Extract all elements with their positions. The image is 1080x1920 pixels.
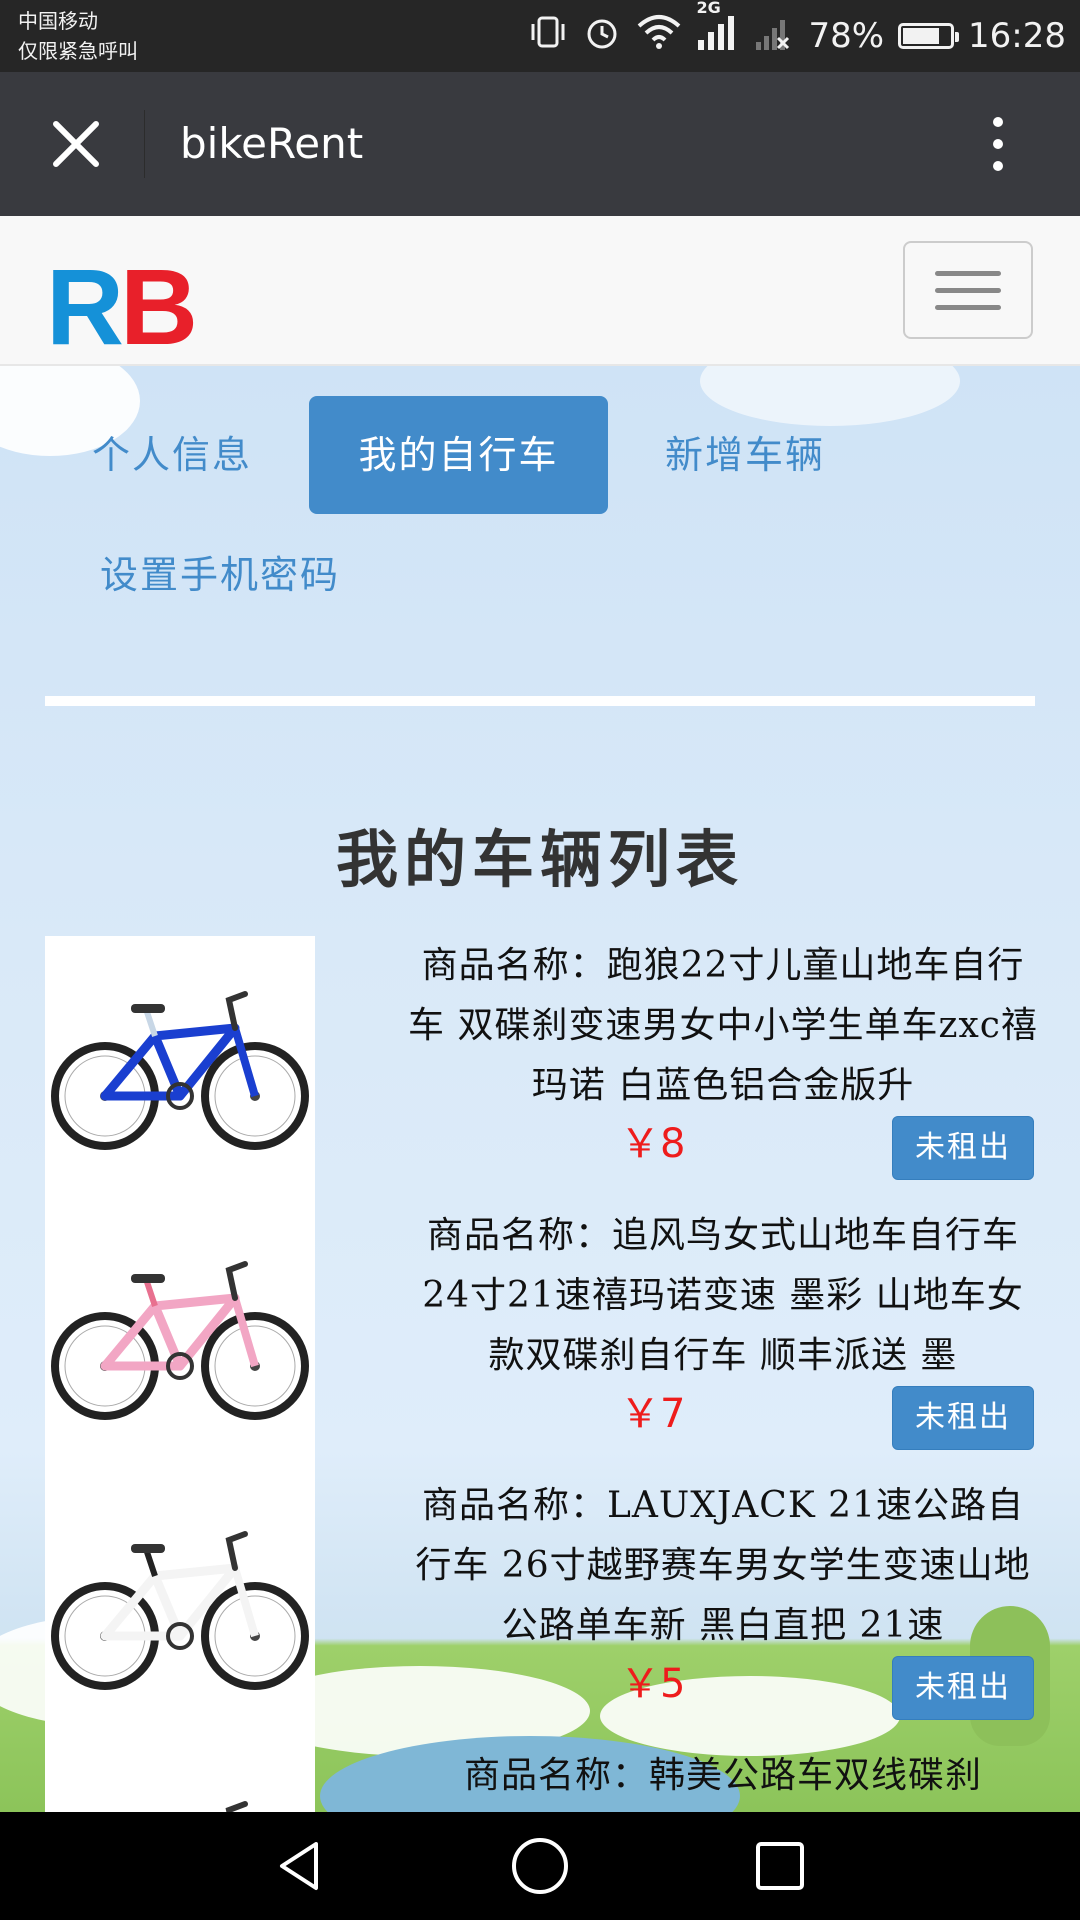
bike-icon [51,1531,309,1690]
status-bar: 中国移动 仅限紧急呼叫 2G 78% 16:28 [0,0,1080,72]
carrier-name: 中国移动 [18,9,98,33]
app-title-bar: bikeRent [0,72,1080,216]
more-dot [993,139,1003,149]
emergency-only-text: 仅限紧急呼叫 [18,39,138,63]
home-icon [512,1838,568,1894]
system-nav-bar [0,1812,1080,1920]
bike-name: 商品名称：跑狼22寸儿童山地车自行车 双碟刹变速男女中小学生单车zxc禧玛诺 白… [408,945,1038,1106]
bike-name: 商品名称：LAUXJACK 21速公路自行车 26寸越野赛车男女学生变速山地公路… [415,1485,1031,1646]
tab-personal-info[interactable]: 个人信息 [72,396,272,514]
bike-image[interactable] [45,1476,315,1746]
alarm-icon [582,12,622,61]
logo-letter-b: B [120,246,198,367]
bike-name: 商品名称：韩美公路车双线碟刹 [463,1755,982,1796]
logo-letter-r: R [46,246,124,367]
recents-button[interactable] [750,1836,810,1896]
bike-image[interactable] [45,1206,315,1476]
more-options-button[interactable] [970,108,1026,180]
clock: 16:28 [968,16,1066,56]
status-icons: 2G 78% 16:28 [528,0,1066,72]
bike-image[interactable] [45,936,315,1206]
rental-status-button[interactable]: 未租出 [892,1656,1034,1720]
home-button[interactable] [510,1836,570,1896]
bike-icon [51,1261,309,1420]
bike-price: ￥5 [620,1661,686,1707]
more-dot [993,161,1003,171]
bike-name: 商品名称：追风鸟女式山地车自行车24寸21速禧玛诺变速 墨彩 山地车女款双碟刹自… [422,1215,1024,1376]
rental-status-button[interactable]: 未租出 [892,1116,1034,1180]
battery-icon [898,23,960,49]
bike-icon [225,1801,248,1812]
no-signal-icon [754,12,794,61]
battery-percent: 78% [808,16,885,56]
site-navbar: RB [0,216,1080,366]
battery-level-fill [903,28,940,44]
back-button[interactable] [270,1836,330,1896]
brand-logo[interactable]: RB [46,253,198,361]
recents-icon [756,1842,804,1890]
vibrate-icon [528,12,568,61]
tab-my-bikes[interactable]: 我的自行车 [309,396,608,514]
bike-price: ￥8 [620,1121,686,1167]
page-title: bikeRent [180,119,364,168]
menu-toggle-button[interactable] [903,241,1033,339]
bike-price: ￥7 [620,1391,686,1437]
bike-image[interactable] [45,1746,315,1812]
tab-add-vehicle[interactable]: 新增车辆 [640,396,850,514]
bike-icon [51,991,309,1150]
close-icon [53,121,99,167]
tab-set-phone-password[interactable]: 设置手机密码 [80,516,360,634]
cell-signal-icon: 2G [696,0,740,61]
close-button[interactable] [40,108,112,180]
back-icon [280,1842,318,1890]
hamburger-bar [935,287,1001,293]
rental-status-button[interactable]: 未租出 [892,1386,1034,1450]
network-type-label: 2G [696,0,721,17]
list-heading: 我的车辆列表 [335,823,744,896]
hamburger-bar [935,270,1001,276]
title-divider [144,110,145,178]
more-dot [993,117,1003,127]
section-divider [45,696,1035,706]
hamburger-bar [935,304,1001,310]
wifi-icon [636,12,682,61]
carrier-info: 中国移动 仅限紧急呼叫 [18,6,138,66]
